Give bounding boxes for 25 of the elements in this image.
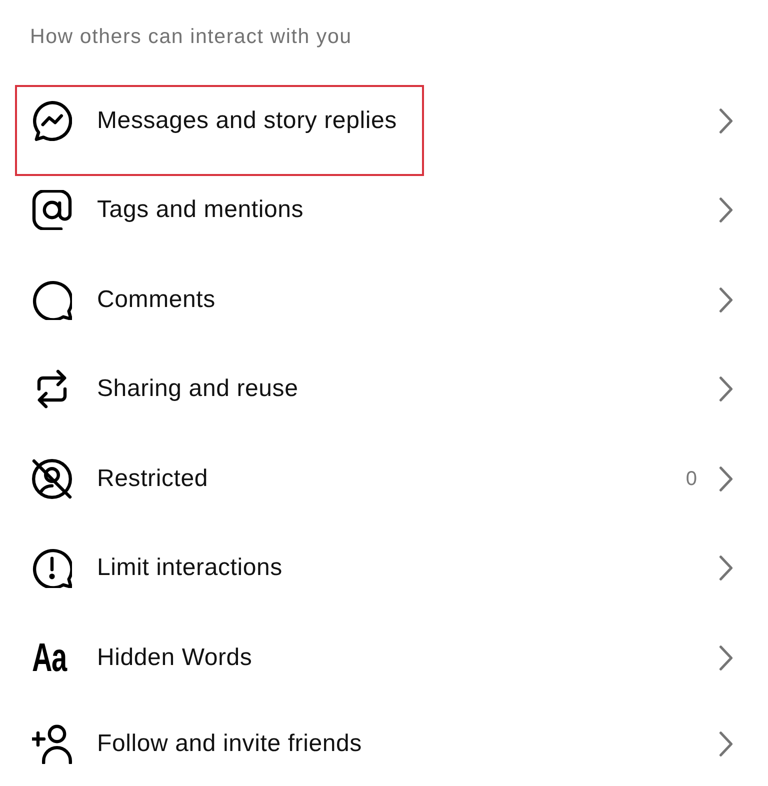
count-label: 0 [686,466,697,491]
alert-bubble-icon [32,548,72,588]
chevron-right-icon [719,731,733,758]
chevron-right-icon [719,555,733,582]
section-heading: How others can interact with you [30,25,352,49]
setting-item-label[interactable]: Tags and mentions [97,196,719,224]
chevron-right-icon [719,376,733,402]
setting-item-label[interactable]: Follow and invite friends [97,730,719,758]
add-person-icon [32,724,72,764]
chevron-right-icon [719,108,733,134]
restricted-user-icon [32,458,72,499]
font-glyph-icon: Aa [32,638,66,678]
at-sign-icon [32,190,72,230]
setting-item-label[interactable]: Hidden Words [97,644,719,672]
setting-item-label[interactable]: Restricted [97,464,686,493]
chevron-right-icon [719,286,733,313]
setting-item-label[interactable]: Sharing and reuse [97,375,719,404]
chevron-right-icon [719,197,733,224]
setting-item-label[interactable]: Messages and story replies [97,106,719,135]
chevron-right-icon [719,466,733,492]
chevron-right-icon [719,644,733,671]
comment-icon [32,280,72,320]
setting-item-label[interactable]: Comments [97,286,719,314]
messenger-icon [32,100,72,141]
setting-item-label[interactable]: Limit interactions [97,554,719,582]
